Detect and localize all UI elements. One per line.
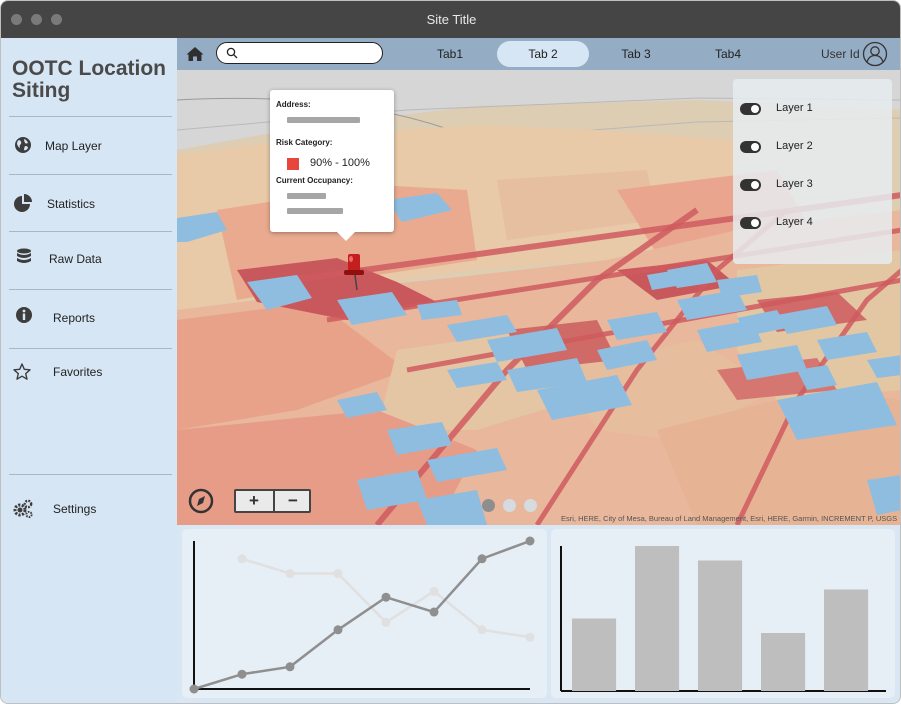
pie-chart-icon xyxy=(14,194,32,212)
search-icon xyxy=(226,47,238,59)
series-2-point xyxy=(477,625,487,635)
layer-name: Layer 3 xyxy=(776,178,813,190)
window-title: Site Title xyxy=(426,12,477,27)
series-2-point xyxy=(237,554,247,564)
risk-category-value: 90% - 100% xyxy=(310,157,370,169)
series-1-point xyxy=(237,669,247,679)
pager-dot[interactable] xyxy=(524,499,537,512)
layer-row: Layer 1 xyxy=(740,99,880,119)
title-bar: Site Title xyxy=(1,1,900,38)
sidebar-divider xyxy=(9,116,172,117)
layer-1-toggle[interactable] xyxy=(740,103,761,115)
bar xyxy=(635,546,680,691)
tab-2[interactable]: Tab 2 xyxy=(497,41,589,67)
series-2-point xyxy=(381,617,391,627)
database-icon xyxy=(17,248,31,263)
app-window: Site Title OOTC Location Siting Map Laye… xyxy=(0,0,901,704)
layer-name: Layer 2 xyxy=(776,140,813,152)
star-icon xyxy=(13,363,31,380)
address-label: Address: xyxy=(276,100,311,109)
sidebar-item-label: Map Layer xyxy=(45,139,102,153)
sidebar-divider xyxy=(9,231,172,232)
series-1-point xyxy=(525,536,535,546)
risk-category-label: Risk Category: xyxy=(276,138,333,147)
current-occupancy-label: Current Occupancy: xyxy=(276,176,353,185)
toggle-knob xyxy=(751,181,759,189)
layer-name: Layer 4 xyxy=(776,216,813,228)
layer-3-toggle[interactable] xyxy=(740,179,761,191)
line-chart-panel xyxy=(182,529,547,698)
search-input[interactable] xyxy=(243,45,377,61)
sidebar-divider xyxy=(9,289,172,290)
sidebar-item-statistics[interactable]: Statistics xyxy=(1,174,177,230)
layer-row: Layer 4 xyxy=(740,213,880,233)
address-placeholder-bar xyxy=(287,117,360,123)
sidebar-divider xyxy=(9,474,172,475)
bar xyxy=(572,618,617,691)
zoom-in-button[interactable]: + xyxy=(236,491,272,511)
bar xyxy=(824,589,869,691)
user-avatar-icon[interactable] xyxy=(862,41,888,67)
search-box[interactable] xyxy=(216,42,383,64)
layer-panel: Layer 1 Layer 2 Layer 3 Layer 4 xyxy=(733,79,892,264)
info-icon xyxy=(16,307,32,323)
toggle-knob xyxy=(751,105,759,113)
bar xyxy=(761,633,806,691)
series-2-point xyxy=(525,632,535,642)
tab-1[interactable]: Tab1 xyxy=(425,41,475,67)
bar-chart xyxy=(560,546,886,692)
tab-3[interactable]: Tab 3 xyxy=(611,41,661,67)
pager-dot-active[interactable] xyxy=(482,499,495,512)
series-1-point xyxy=(285,662,295,672)
layer-row: Layer 2 xyxy=(740,137,880,157)
sidebar-item-settings[interactable]: Settings xyxy=(1,474,177,530)
series-1-point xyxy=(189,684,199,694)
globe-icon xyxy=(15,137,31,153)
map-attribution: Esri, HERE, City of Mesa, Bureau of Land… xyxy=(561,514,898,523)
location-popup: Address: Risk Category: 90% - 100% Curre… xyxy=(270,90,394,241)
sidebar-item-label: Statistics xyxy=(47,197,96,211)
series-1-point xyxy=(429,607,439,617)
bar xyxy=(698,560,743,691)
pager-dot[interactable] xyxy=(503,499,516,512)
sidebar: OOTC Location Siting Map Layer Statistic… xyxy=(1,38,177,703)
sidebar-item-map-layer[interactable]: Map Layer xyxy=(1,116,177,172)
sidebar-item-label: Settings xyxy=(53,502,97,516)
series-2-point xyxy=(429,586,439,596)
series-1-point xyxy=(333,625,343,635)
sidebar-item-label: Reports xyxy=(53,311,96,325)
layer-row: Layer 3 xyxy=(740,175,880,195)
user-id-label[interactable]: User Id xyxy=(821,38,860,70)
zoom-control: + − xyxy=(234,489,311,513)
top-nav-bar: Tab1 Tab 2 Tab 3 Tab4 User Id xyxy=(177,38,900,70)
toggle-knob xyxy=(751,143,759,151)
occupancy-placeholder-bar xyxy=(287,208,343,214)
sidebar-item-favorites[interactable]: Favorites xyxy=(1,348,177,404)
occupancy-placeholder-bar xyxy=(287,193,326,199)
sidebar-divider xyxy=(9,174,172,175)
series-1-point xyxy=(477,554,487,564)
zoom-out-button[interactable]: − xyxy=(275,491,311,511)
risk-color-swatch xyxy=(287,158,299,170)
sidebar-item-raw-data[interactable]: Raw Data xyxy=(1,231,177,287)
toggle-knob xyxy=(751,219,759,227)
sidebar-item-label: Favorites xyxy=(53,365,103,379)
sidebar-item-label: Raw Data xyxy=(49,252,102,266)
series-1-point xyxy=(381,592,391,602)
layer-4-toggle[interactable] xyxy=(740,217,761,229)
home-icon[interactable] xyxy=(185,44,205,64)
gears-icon xyxy=(13,499,33,519)
sidebar-divider xyxy=(9,348,172,349)
layer-name: Layer 1 xyxy=(776,102,813,114)
sidebar-item-reports[interactable]: Reports xyxy=(1,289,177,345)
tab-4[interactable]: Tab4 xyxy=(703,41,753,67)
series-2-point xyxy=(285,569,295,579)
layer-2-toggle[interactable] xyxy=(740,141,761,153)
series-1-line xyxy=(193,539,531,691)
bar-chart-panel xyxy=(551,529,895,698)
series-2-point xyxy=(333,569,343,579)
compass-icon[interactable] xyxy=(187,487,215,515)
app-title: OOTC Location Siting xyxy=(12,57,166,102)
line-chart xyxy=(189,536,535,694)
